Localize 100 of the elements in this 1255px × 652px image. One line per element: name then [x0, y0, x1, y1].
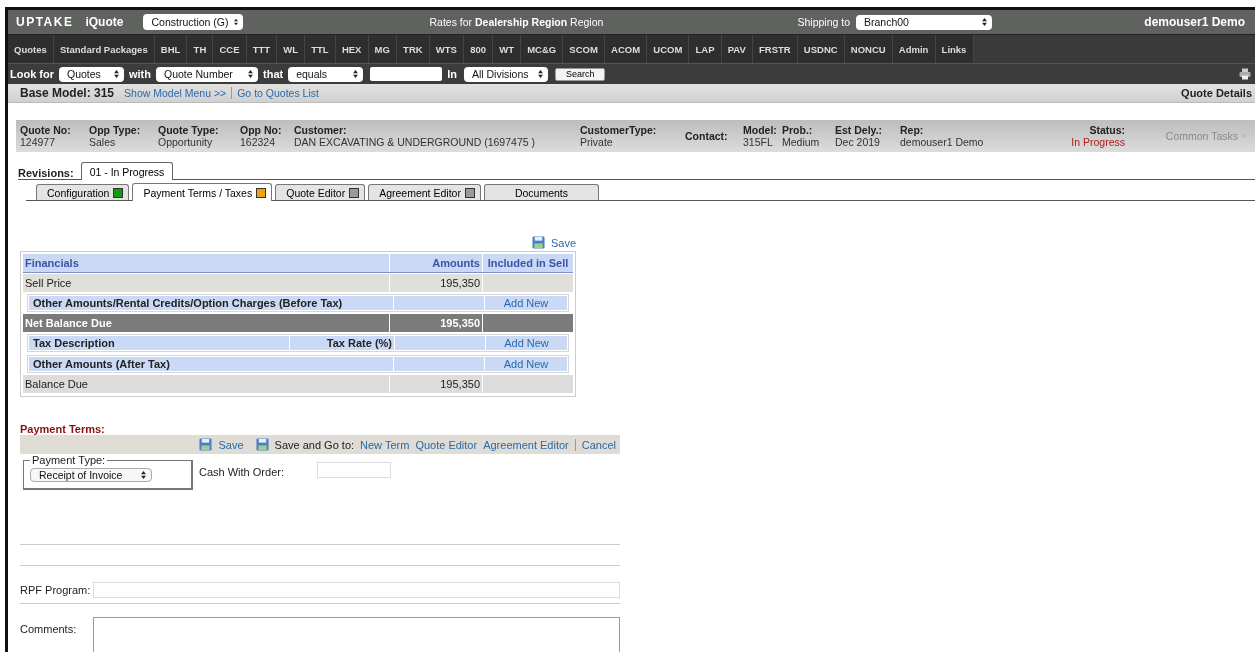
nav-tab[interactable]: UCOM: [647, 35, 690, 63]
table-cell: Balance Due: [23, 375, 390, 393]
nav-tab[interactable]: ACOM: [604, 35, 648, 63]
field-label: Customer:: [294, 124, 348, 136]
breadcrumb-link[interactable]: Go to Quotes List: [237, 87, 319, 99]
table-cell: 195,350: [390, 375, 483, 393]
field-label: Status:: [1088, 124, 1125, 136]
page-title: Rates for Dealership Region Region: [429, 16, 605, 28]
nav-tab[interactable]: TTL: [305, 35, 336, 63]
breadcrumb-link[interactable]: Show Model Menu >>: [124, 87, 227, 99]
base-model-label: Base Model: 315: [20, 86, 115, 100]
shipping-dropdown[interactable]: Branch00: [856, 14, 992, 30]
field-value: In Progress: [1070, 136, 1125, 148]
nav-tab[interactable]: Links: [935, 35, 974, 63]
group-legend: Payment Type:: [30, 454, 108, 466]
caret-icon: [248, 70, 253, 78]
column-header: Amounts: [390, 254, 483, 272]
nav-tab[interactable]: Standard Packages: [53, 35, 155, 63]
with-label: with: [129, 68, 151, 80]
caret-icon: [353, 70, 359, 78]
save-and-go-link[interactable]: Agreement Editor: [483, 438, 569, 451]
column-header: Financials: [23, 254, 390, 272]
caret-icon: [982, 18, 987, 26]
revision-tab[interactable]: 01 - In Progress: [80, 162, 174, 180]
division-dropdown[interactable]: All Divisions: [463, 66, 548, 82]
search-button[interactable]: Search: [554, 67, 606, 81]
nav-tab[interactable]: TRK: [397, 35, 430, 63]
user-name: demouser1 Demo: [1144, 15, 1245, 29]
look-for-label: Look for: [10, 68, 54, 80]
nav-tab[interactable]: TTT: [246, 35, 278, 63]
nav-tab[interactable]: PAV: [721, 35, 753, 63]
caret-icon: [537, 70, 543, 78]
field-label: Rep:: [900, 124, 925, 136]
field-label: Comments:: [20, 623, 78, 635]
save-button[interactable]: Save: [531, 236, 576, 249]
add-new-link[interactable]: Add New: [485, 296, 567, 310]
section-tab[interactable]: Configuration: [36, 184, 130, 200]
quote-details-label: Quote Details: [1181, 87, 1252, 99]
field-label: Quote No:: [20, 124, 72, 136]
nav-tab[interactable]: USDNC: [797, 35, 845, 63]
nav-tab[interactable]: SCOM: [563, 35, 605, 63]
nav-tab[interactable]: HEX: [335, 35, 369, 63]
save-icon: [255, 438, 269, 451]
section-tab[interactable]: Quote Editor: [275, 184, 366, 200]
section-title: Payment Terms:: [20, 423, 106, 435]
field-value: Medium: [782, 136, 821, 148]
rpf-program-field[interactable]: [93, 582, 620, 598]
field-value: 124977: [20, 136, 57, 148]
save-button[interactable]: Save: [199, 438, 244, 451]
nav-tab[interactable]: WTS: [429, 35, 465, 63]
nav-tab[interactable]: LAP: [689, 35, 722, 63]
table-cell: Net Balance Due: [23, 314, 390, 332]
save-and-go-link[interactable]: New Term: [360, 438, 410, 451]
field-label: Cash With Order:: [199, 466, 285, 478]
field-value: Sales: [89, 136, 117, 148]
search-field[interactable]: [370, 67, 443, 81]
cancel-link[interactable]: Cancel: [581, 438, 616, 451]
product-name: iQuote: [85, 15, 124, 29]
nav-tab[interactable]: NONCU: [844, 35, 893, 63]
section-header: Tax Description: [29, 336, 290, 350]
add-new-link[interactable]: Add New: [486, 336, 567, 350]
field-label: Contact:: [685, 130, 729, 142]
section-tab[interactable]: Payment Terms / Taxes: [132, 183, 273, 201]
nav-tab[interactable]: 800: [464, 35, 494, 63]
field-value: Opportunity: [158, 136, 214, 148]
caret-icon: [234, 18, 239, 26]
add-new-link[interactable]: Add New: [485, 357, 567, 371]
section-tab[interactable]: Documents: [483, 184, 599, 200]
caret-icon: [141, 471, 146, 479]
operator-dropdown[interactable]: equals: [288, 66, 364, 82]
nav-tab[interactable]: WL: [277, 35, 306, 63]
nav-tab[interactable]: Quotes: [8, 35, 54, 63]
nav-tab[interactable]: CCE: [213, 35, 247, 63]
nav-tab[interactable]: BHL: [154, 35, 188, 63]
table-cell: 195,350: [390, 314, 483, 332]
print-icon[interactable]: [1239, 68, 1251, 80]
field-value: 315FL: [743, 136, 774, 148]
cash-with-order-field[interactable]: [317, 462, 391, 478]
save-and-go-link[interactable]: Quote Editor: [415, 438, 478, 451]
field-value: Dec 2019: [835, 136, 881, 148]
nav-tab[interactable]: WT: [493, 35, 522, 63]
field-value: Private: [580, 136, 614, 148]
nav-tab[interactable]: MC&G: [521, 35, 564, 63]
look-for-dropdown[interactable]: Quotes: [59, 66, 124, 82]
nav-tab[interactable]: TH: [187, 35, 214, 63]
nav-tab[interactable]: MG: [368, 35, 397, 63]
field-label: Opp Type:: [89, 124, 142, 136]
section-header: Other Amounts (After Tax): [29, 357, 394, 371]
section-tab[interactable]: Agreement Editor: [368, 184, 481, 200]
nav-tab[interactable]: Admin: [892, 35, 936, 63]
revisions-label: Revisions:: [18, 167, 74, 179]
field-dropdown[interactable]: Quote Number: [156, 66, 258, 82]
caret-icon: [114, 70, 119, 78]
segment-dropdown[interactable]: Construction (G): [143, 14, 244, 30]
save-and-go-label: Save and Go to:: [274, 438, 355, 451]
field-label: Prob.:: [782, 124, 814, 136]
payment-type-dropdown[interactable]: Receipt of Invoice: [30, 468, 152, 482]
in-label: In: [447, 68, 457, 80]
nav-tab[interactable]: FRSTR: [752, 35, 798, 63]
section-header: Tax Rate (%): [290, 336, 395, 350]
